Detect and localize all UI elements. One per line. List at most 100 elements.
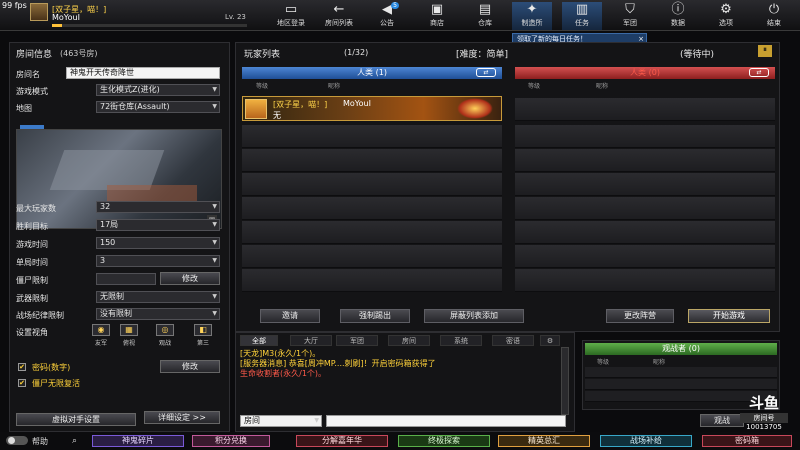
event-button-shard[interactable]: 神鬼碎片 xyxy=(92,435,184,447)
zombie-unlimited-checkbox[interactable]: ✔ xyxy=(18,379,26,387)
chat-settings-icon[interactable]: ⚙ xyxy=(540,335,560,346)
nav-label: 仓库 xyxy=(478,19,492,27)
event-button-explore[interactable]: 终极探索 xyxy=(398,435,490,447)
help-toggle[interactable] xyxy=(6,436,28,445)
nav-data[interactable]: ⓘ 数据 xyxy=(658,2,698,30)
view-option-label: 观战 xyxy=(158,340,171,347)
swap-team-icon[interactable]: ⇄ xyxy=(749,68,769,77)
zombie-team-label: 人类 (0) xyxy=(630,68,660,77)
empty-player-slot[interactable] xyxy=(515,125,775,148)
pause-icon[interactable]: ⏸ xyxy=(758,45,772,57)
nav-legion[interactable]: ⛉ 军团 xyxy=(610,2,650,30)
nav-label: 任务 xyxy=(575,19,589,27)
chat-scrollbar[interactable] xyxy=(561,347,569,415)
empty-player-slot[interactable] xyxy=(242,125,502,148)
weapon-limit-select[interactable]: 无限制 ▼ xyxy=(96,291,220,303)
nav-room-list[interactable]: ← 房间列表 xyxy=(319,2,359,30)
kick-button[interactable]: 强制踢出 xyxy=(340,309,410,323)
chat-channel-select[interactable]: 房间 ▼ xyxy=(240,415,322,427)
bot-settings-button[interactable]: 虚拟对手设置 xyxy=(16,413,136,426)
nav-exit[interactable]: ⏻ 结束 xyxy=(754,2,794,30)
spectator-slot[interactable] xyxy=(585,379,777,390)
empty-player-slot[interactable] xyxy=(515,98,775,121)
empty-player-slot[interactable] xyxy=(242,197,502,220)
chat-tab-all[interactable]: 全部 xyxy=(240,335,278,346)
empty-player-slot[interactable] xyxy=(515,173,775,196)
fps-counter: 99 fps xyxy=(2,1,27,10)
nav-shop[interactable]: ▣ 商店 xyxy=(417,2,457,30)
nav-storage[interactable]: ▤ 仓库 xyxy=(465,2,505,30)
map-select[interactable]: 72街仓库(Assault) ▼ xyxy=(96,101,220,113)
nav-region-login[interactable]: ▭ 地区登录 xyxy=(271,2,311,30)
room-number: (463号房) xyxy=(60,49,98,58)
nav-quest[interactable]: ▥ 任务 xyxy=(562,2,602,30)
max-players-select[interactable]: 32 ▼ xyxy=(96,201,220,213)
map-label: 地图 xyxy=(16,104,32,113)
event-button-elite[interactable]: 精英总汇 xyxy=(498,435,590,447)
discipline-label: 战场纪律限制 xyxy=(16,311,64,320)
nav-label: 地区登录 xyxy=(277,19,305,27)
game-mode-select[interactable]: 生化模式Z(进化) ▼ xyxy=(96,84,220,96)
zombie-limit-modify-button[interactable]: 修改 xyxy=(160,272,220,285)
player-level: Lv. 23 xyxy=(225,13,246,21)
player-avatar[interactable] xyxy=(30,3,48,21)
zombie-limit-field[interactable] xyxy=(96,273,156,285)
spectator-slot[interactable] xyxy=(585,367,777,378)
win-target-select[interactable]: 17局 ▼ xyxy=(96,219,220,231)
empty-player-slot[interactable] xyxy=(515,221,775,244)
max-players-label: 最大玩家数 xyxy=(16,204,56,213)
empty-player-slot[interactable] xyxy=(242,173,502,196)
nav-label: 房间列表 xyxy=(325,19,353,27)
nav-options[interactable]: ⚙ 选项 xyxy=(706,2,746,30)
view-option-third[interactable]: ◧ 第三 xyxy=(190,324,216,347)
empty-player-slot[interactable] xyxy=(515,269,775,292)
camera-icon: ◧ xyxy=(194,324,212,336)
chat-tab-room[interactable]: 房间 xyxy=(388,335,430,346)
chevron-down-icon: ▼ xyxy=(212,293,217,300)
chat-input[interactable] xyxy=(326,415,566,427)
swap-team-icon[interactable]: ⇄ xyxy=(476,68,496,77)
start-game-button[interactable]: 开始游戏 xyxy=(688,309,770,323)
event-button-codebox[interactable]: 密码箱 xyxy=(702,435,792,447)
password-checkbox[interactable]: ✔ xyxy=(18,363,26,371)
empty-player-slot[interactable] xyxy=(242,269,502,292)
game-mode-value: 生化模式Z(进化) xyxy=(100,85,160,94)
empty-player-slot[interactable] xyxy=(515,245,775,268)
back-arrow-icon: ← xyxy=(333,2,345,17)
event-button-supply[interactable]: 战场补给 xyxy=(600,435,692,447)
event-button-points[interactable]: 积分兑换 xyxy=(192,435,270,447)
empty-player-slot[interactable] xyxy=(242,221,502,244)
round-time-value: 3 xyxy=(100,256,106,265)
empty-player-slot[interactable] xyxy=(515,197,775,220)
round-time-select[interactable]: 3 ▼ xyxy=(96,255,220,267)
empty-player-slot[interactable] xyxy=(515,149,775,172)
view-option-top[interactable]: ▦ 俯视 xyxy=(116,324,142,347)
chat-tab-system[interactable]: 系统 xyxy=(440,335,482,346)
nav-notice[interactable]: ◀ 5 公告 xyxy=(367,2,407,30)
view-option-spectate[interactable]: ◎ 观战 xyxy=(152,324,178,347)
nav-label: 制造所 xyxy=(521,19,543,27)
chat-line: [服务器消息] 恭喜[周冲MP....刺刷]！开启密码箱获得了 xyxy=(240,359,436,368)
invite-button[interactable]: 邀请 xyxy=(260,309,320,323)
discipline-select[interactable]: 没有限制 ▼ xyxy=(96,308,220,320)
exp-bar-fill xyxy=(52,24,62,27)
nav-factory[interactable]: ✦ 制造所 xyxy=(512,2,552,30)
empty-player-slot[interactable] xyxy=(242,149,502,172)
detail-settings-button[interactable]: 详细设定 >> xyxy=(144,411,220,424)
chat-tab-whisper[interactable]: 密语 xyxy=(492,335,534,346)
chat-tab-lobby[interactable]: 大厅 xyxy=(290,335,332,346)
view-option-ally[interactable]: ◉ 友军 xyxy=(88,324,114,347)
chat-tab-legion[interactable]: 军团 xyxy=(336,335,378,346)
spectate-button[interactable]: 观战 xyxy=(700,414,744,427)
room-name-input[interactable]: 神鬼开天传奇降世 xyxy=(66,67,220,79)
player-slot[interactable]: [双子星，喵！] MoYouI 无 xyxy=(242,96,502,121)
search-icon[interactable]: ⌕ xyxy=(72,436,77,446)
event-button-carnival[interactable]: 分解嘉年华 xyxy=(296,435,388,447)
password-modify-button[interactable]: 修改 xyxy=(160,360,220,373)
game-time-select[interactable]: 150 ▼ xyxy=(96,237,220,249)
nav-label: 公告 xyxy=(380,19,394,27)
difficulty-label: [难度：简单] xyxy=(456,50,509,60)
block-list-button[interactable]: 屏蔽列表添加 xyxy=(424,309,524,323)
change-team-button[interactable]: 更改阵营 xyxy=(606,309,674,323)
empty-player-slot[interactable] xyxy=(242,245,502,268)
